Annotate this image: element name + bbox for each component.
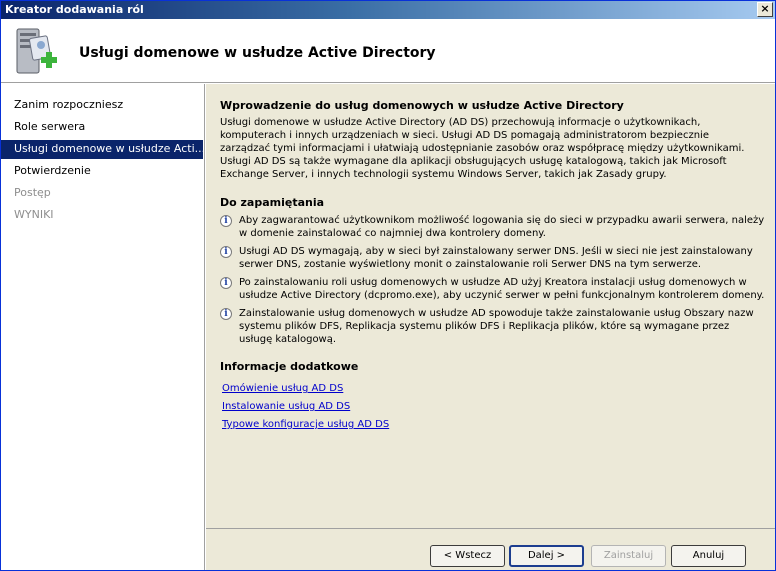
note-text: Zainstalowanie usług domenowych w usłudz… [239,308,754,345]
note-text: Po zainstalowaniu roli usług domenowych … [239,277,765,301]
sidebar-item-server-roles[interactable]: Role serwera [1,118,203,137]
server-add-role-icon [16,28,57,74]
sidebar-item-results: WYNIKI [14,208,54,221]
wizard-window: Kreator dodawania ról × Usługi domenowe … [0,0,776,571]
info-icon: i [220,215,232,227]
close-button[interactable]: × [757,2,773,17]
content-panel: Wprowadzenie do usług domenowych w usłud… [214,92,769,522]
install-button: Zainstaluj [591,545,666,567]
info-icon: i [220,308,232,320]
wizard-footer: < Wstecz Dalej > Zainstaluj Anuluj [206,528,775,570]
intro-text: Usługi domenowe w usłudze Active Directo… [220,117,745,180]
sidebar-item-progress: Postęp [14,186,51,199]
wizard-steps-sidebar: Zanim rozpoczniesz Role serwera Usługi d… [1,84,205,570]
link-installing-ad-ds[interactable]: Instalowanie usług AD DS [222,401,350,412]
sidebar-item-ad-ds[interactable]: Usługi domenowe w usłudze Acti... [1,140,203,159]
next-button[interactable]: Dalej > [509,545,584,567]
note-text: Usługi AD DS wymagają, aby w sieci był z… [239,246,753,270]
intro-heading: Wprowadzenie do usług domenowych w usłud… [220,99,624,112]
link-common-ad-ds-configurations[interactable]: Typowe konfiguracje usług AD DS [222,419,389,430]
info-icon: i [220,277,232,289]
back-button[interactable]: < Wstecz [430,545,505,567]
content-area: Wprowadzenie do usług domenowych w usłud… [206,84,775,528]
link-ad-ds-overview[interactable]: Omówienie usług AD DS [222,383,343,394]
more-info-heading: Informacje dodatkowe [220,360,359,373]
window-title: Kreator dodawania ról [5,3,144,16]
cancel-button[interactable]: Anuluj [671,545,746,567]
sidebar-item-confirmation[interactable]: Potwierdzenie [1,162,203,181]
info-icon: i [220,246,232,258]
page-title: Usługi domenowe w usłudze Active Directo… [79,45,436,61]
title-bar[interactable]: Kreator dodawania ról × [1,1,775,19]
note-text: Aby zagwarantować użytkownikom możliwość… [239,215,765,239]
notes-heading: Do zapamiętania [220,196,325,209]
wizard-header: Usługi domenowe w usłudze Active Directo… [1,19,775,83]
sidebar-item-before-you-begin[interactable]: Zanim rozpoczniesz [1,96,203,115]
